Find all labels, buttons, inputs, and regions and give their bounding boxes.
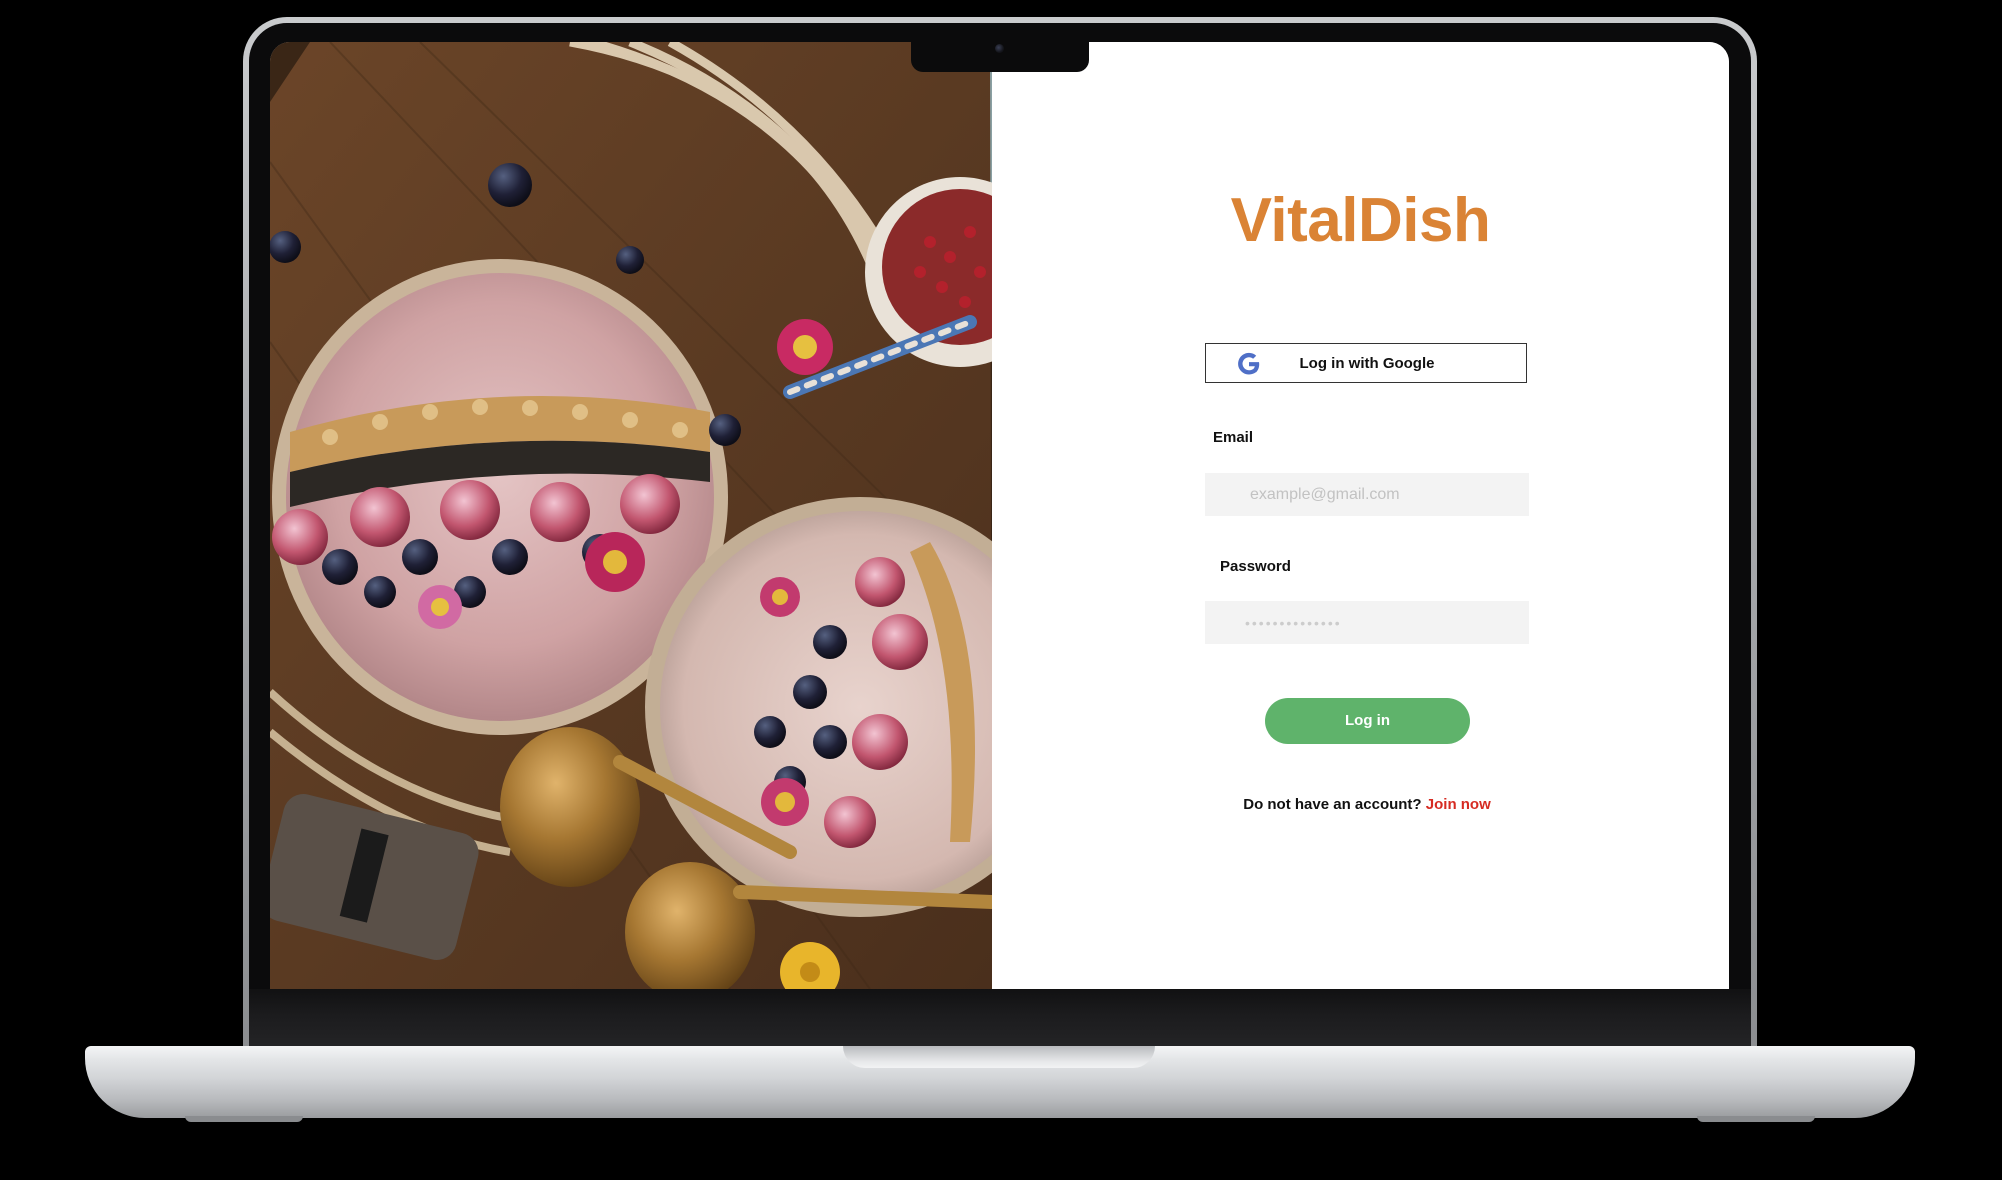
- laptop-foot-right: [1697, 1116, 1815, 1122]
- camera-icon: [995, 44, 1004, 53]
- password-label: Password: [1220, 558, 1291, 575]
- signup-prompt: Do not have an account?: [1243, 796, 1426, 813]
- brand-logo: VitalDish: [1230, 186, 1491, 255]
- device-mockup: VitalDish Log in with Google Email Passw…: [0, 0, 2002, 1180]
- login-button[interactable]: Log in: [1265, 698, 1470, 744]
- email-input[interactable]: [1205, 473, 1529, 516]
- laptop-foot-left: [185, 1116, 303, 1122]
- laptop-opening-notch: [843, 1046, 1155, 1068]
- signup-row: Do not have an account? Join now: [992, 796, 1729, 813]
- google-login-label: Log in with Google: [1299, 355, 1435, 372]
- laptop-screen: VitalDish Log in with Google Email Passw…: [270, 42, 1729, 989]
- google-login-button[interactable]: Log in with Google: [1205, 343, 1527, 383]
- login-panel: VitalDish Log in with Google Email Passw…: [992, 42, 1729, 989]
- email-label: Email: [1213, 429, 1254, 446]
- hero-photo: [270, 42, 992, 989]
- acai-bowls-illustration: [270, 42, 992, 989]
- password-input[interactable]: [1205, 601, 1529, 644]
- join-now-link[interactable]: Join now: [1426, 796, 1491, 813]
